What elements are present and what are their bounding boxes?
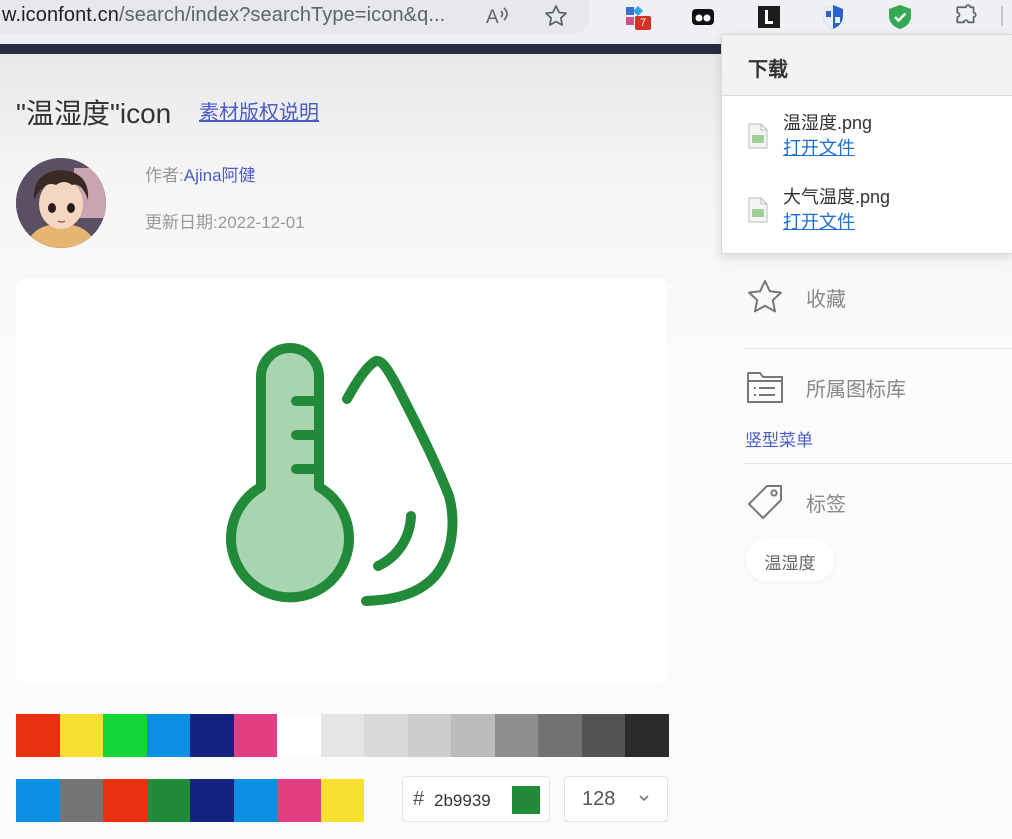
tag-chip-label: 温湿度: [764, 554, 816, 573]
author-row: 作者:Ajina阿健: [145, 161, 256, 186]
download-item[interactable]: 大气温度.png 打开文件: [722, 175, 1012, 245]
color-swatch[interactable]: [233, 714, 277, 757]
color-swatch[interactable]: [190, 779, 234, 822]
extension-reader-icon[interactable]: [688, 2, 718, 32]
color-swatch[interactable]: [59, 714, 103, 757]
open-file-link[interactable]: 打开文件: [783, 208, 855, 234]
current-color-swatch[interactable]: [512, 786, 540, 814]
downloads-panel: 下载 温湿度.png 打开文件 大气温度.png 打开文件: [721, 34, 1012, 254]
date-label: 更新日期:: [145, 213, 218, 232]
page-title: "温湿度"icon: [16, 98, 172, 129]
toolbar-divider: [1001, 6, 1003, 26]
read-aloud-icon[interactable]: A: [482, 2, 512, 30]
tag-chip[interactable]: 温湿度: [746, 538, 834, 582]
copyright-link[interactable]: 素材版权说明: [199, 96, 319, 125]
color-swatch[interactable]: [277, 714, 321, 757]
color-swatch[interactable]: [103, 714, 147, 757]
color-swatch[interactable]: [16, 714, 60, 757]
open-file-link[interactable]: 打开文件: [783, 134, 855, 160]
image-file-icon: [748, 197, 768, 223]
extension-guard-icon[interactable]: [885, 2, 915, 32]
tag-icon: [748, 485, 782, 519]
address-text[interactable]: w.iconfont.cn/search/index?searchType=ic…: [2, 4, 445, 27]
extension-badge: 7: [635, 16, 651, 30]
palette-row-recent: [16, 779, 364, 822]
tags-row: 标签: [745, 482, 846, 522]
color-swatch[interactable]: [146, 714, 190, 757]
color-swatch[interactable]: [16, 779, 60, 822]
extension-shield-icon[interactable]: [818, 2, 848, 32]
size-value: 128: [582, 788, 616, 810]
color-swatch[interactable]: [233, 779, 277, 822]
color-swatch[interactable]: [146, 779, 190, 822]
download-file-name: 大气温度.png: [783, 187, 891, 207]
favorite-star-icon[interactable]: [541, 2, 571, 30]
color-swatch[interactable]: [59, 779, 103, 822]
color-swatch[interactable]: [451, 714, 495, 757]
color-swatch[interactable]: [320, 714, 364, 757]
image-file-icon: [748, 123, 768, 149]
color-swatch[interactable]: [277, 779, 321, 822]
library-label: 所属图标库: [806, 378, 906, 401]
download-item[interactable]: 温湿度.png 打开文件: [722, 101, 1012, 171]
downloads-header: 下载: [722, 35, 1012, 96]
sidebar-divider: [745, 348, 1012, 349]
svg-text:A: A: [486, 7, 499, 27]
author-label: 作者:: [145, 166, 184, 185]
icon-preview-card: [16, 278, 667, 683]
sidebar-divider: [745, 463, 1012, 464]
extension-l-icon[interactable]: [754, 2, 784, 32]
star-icon: [748, 280, 782, 313]
thermometer-humidity-icon: [226, 343, 458, 606]
hex-hash: #: [413, 788, 425, 810]
url-host: w.iconfont.cn: [2, 4, 119, 26]
color-swatch[interactable]: [538, 714, 582, 757]
folder-icon: [747, 372, 783, 403]
tags-label: 标签: [806, 493, 846, 516]
color-swatch[interactable]: [103, 779, 147, 822]
url-path: /search/index?searchType=icon&q...: [118, 4, 446, 26]
downloads-title: 下载: [748, 59, 788, 81]
extensions-puzzle-icon[interactable]: [951, 2, 981, 32]
color-swatch[interactable]: [625, 714, 669, 757]
color-swatch[interactable]: [407, 714, 451, 757]
date-value: 2022-12-01: [217, 213, 305, 232]
library-row: 所属图标库: [745, 367, 906, 407]
author-link[interactable]: Ajina阿健: [184, 166, 256, 185]
chevron-down-icon: [639, 795, 649, 802]
hex-value[interactable]: 2b9939: [434, 791, 491, 811]
library-link[interactable]: 竖型菜单: [745, 426, 813, 451]
palette-row-primary: [16, 714, 669, 757]
author-avatar[interactable]: [16, 158, 106, 248]
color-swatch[interactable]: [320, 779, 364, 822]
hex-color-input[interactable]: # 2b9939: [402, 776, 550, 822]
size-select[interactable]: 128: [564, 776, 668, 822]
update-date-row: 更新日期:2022-12-01: [145, 208, 305, 233]
color-swatch[interactable]: [494, 714, 538, 757]
color-swatch[interactable]: [581, 714, 625, 757]
extension-apps-icon[interactable]: 7: [620, 2, 651, 32]
favorite-label: 收藏: [806, 288, 846, 311]
color-swatch[interactable]: [190, 714, 234, 757]
download-file-name: 温湿度.png: [783, 113, 873, 133]
favorite-button[interactable]: 收藏: [745, 277, 846, 317]
color-swatch[interactable]: [364, 714, 408, 757]
